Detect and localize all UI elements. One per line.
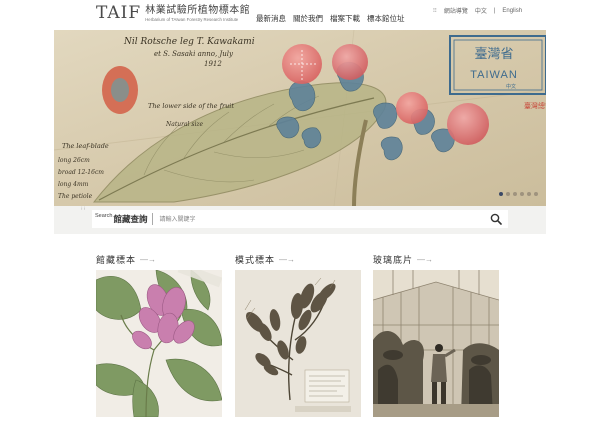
handwriting-dims-3: long 4mm bbox=[58, 181, 89, 188]
main-nav: 最新消息 關於我們 檔案下載 標本館位址 bbox=[256, 13, 405, 24]
handwriting-dims-4: The petiole bbox=[58, 193, 93, 200]
logo-mark: TAIF bbox=[96, 3, 142, 23]
nav-news[interactable]: 最新消息 bbox=[256, 13, 286, 24]
collection-card-specimens[interactable] bbox=[96, 270, 222, 417]
hero-banner[interactable]: Nil Rotsche leg T. Kawakami et S. Sasaki… bbox=[54, 30, 546, 206]
arrow-right-icon: —→ bbox=[140, 255, 157, 264]
collection-card-types[interactable] bbox=[235, 270, 361, 417]
grip-icon: ⁝⁝ bbox=[81, 206, 87, 212]
type-specimen-image bbox=[235, 270, 361, 417]
handwriting-lower-side: The lower side of the fruit bbox=[148, 102, 234, 110]
nav-location[interactable]: 標本館位址 bbox=[367, 13, 405, 24]
lang-divider: | bbox=[493, 7, 496, 14]
search-bar: Search 館藏查詢 bbox=[92, 210, 508, 228]
handwriting-dims-1: long 26cm bbox=[58, 157, 90, 164]
lang-zh-link[interactable]: 中文 bbox=[475, 6, 487, 15]
handwriting-dims-2: broad 12-16cm bbox=[58, 169, 104, 176]
sitemap-link[interactable]: 網站導覽 bbox=[444, 6, 468, 15]
search-prefix: Search bbox=[95, 213, 113, 219]
carousel-dot[interactable] bbox=[520, 192, 524, 196]
handwriting-leaf-blade: The leaf-blade bbox=[62, 142, 109, 150]
collection-card-glass-plates[interactable] bbox=[373, 270, 499, 417]
stamp-zh: 臺灣省 bbox=[474, 47, 513, 62]
nav-downloads[interactable]: 檔案下載 bbox=[330, 13, 360, 24]
specimen-flower-image bbox=[96, 270, 222, 417]
search-icon[interactable] bbox=[490, 213, 502, 225]
hero-specimen-image: Nil Rotsche leg T. Kawakami et S. Sasaki… bbox=[54, 30, 546, 206]
stamp-red: 臺灣總督府 bbox=[524, 101, 546, 110]
grid-icon: ⁝⁝ bbox=[433, 8, 437, 14]
carousel-dots bbox=[499, 192, 538, 196]
handwriting-year: 1912 bbox=[204, 60, 222, 68]
collection-title: 模式標本 bbox=[235, 256, 276, 266]
carousel-dot[interactable] bbox=[506, 192, 510, 196]
collection-head-types[interactable]: 模式標本 —→ bbox=[235, 253, 295, 266]
search-input[interactable] bbox=[159, 212, 460, 226]
collection-head-specimens[interactable]: 館藏標本 —→ bbox=[96, 253, 156, 266]
collection-head-glass-plates[interactable]: 玻璃底片 —→ bbox=[373, 253, 433, 266]
stamp-en: TAIWAN bbox=[470, 69, 518, 81]
nav-about[interactable]: 關於我們 bbox=[293, 13, 323, 24]
logo-subtitle: Herbarium of TAIwan Forestry Research In… bbox=[145, 17, 239, 22]
lang-en-link[interactable]: English bbox=[502, 8, 522, 14]
utility-nav: ⁝⁝ 網站導覽 中文 | English bbox=[433, 6, 522, 16]
logo-title: 林業試驗所植物標本館 bbox=[145, 5, 251, 16]
arrow-right-icon: —→ bbox=[417, 255, 434, 264]
collection-title: 館藏標本 bbox=[96, 256, 137, 266]
greenhouse-photo-image bbox=[373, 270, 499, 417]
search-divider bbox=[152, 213, 154, 225]
carousel-dot[interactable] bbox=[527, 192, 531, 196]
carousel-dot[interactable] bbox=[534, 192, 538, 196]
carousel-dot[interactable] bbox=[513, 192, 517, 196]
arrow-right-icon: —→ bbox=[279, 255, 296, 264]
carousel-dot[interactable] bbox=[499, 192, 503, 196]
handwriting-date: et S. Sasaki anno, July bbox=[154, 50, 234, 58]
site-header: TAIF 林業試驗所植物標本館 Herbarium of TAIwan Fore… bbox=[0, 0, 600, 30]
collection-title: 玻璃底片 bbox=[373, 256, 414, 266]
handwriting-collector: Nil Rotsche leg T. Kawakami bbox=[123, 37, 255, 47]
handwriting-natural-size: Natural size bbox=[165, 121, 204, 128]
search-label: 館藏查詢 bbox=[113, 215, 148, 225]
stamp-small: 中文 bbox=[506, 83, 516, 90]
site-logo[interactable]: TAIF 林業試驗所植物標本館 Herbarium of TAIwan Fore… bbox=[96, 5, 250, 23]
